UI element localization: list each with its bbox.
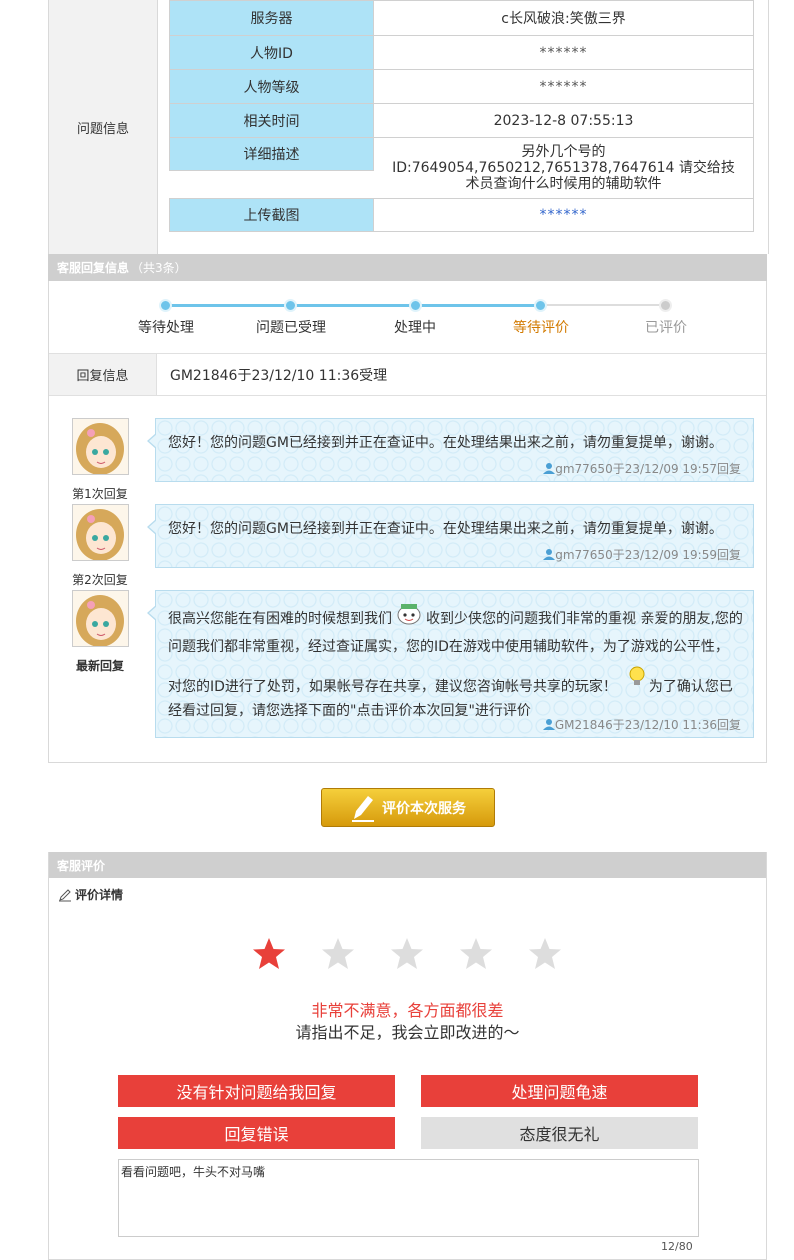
comment-textarea[interactable]: 看看问题吧，牛头不对马嘴 — [118, 1159, 699, 1237]
evaluation-detail-title: 评价详情 — [58, 886, 123, 903]
key-server: 服务器 — [169, 0, 374, 36]
reply-info-value: GM21846于23/12/10 11:36受理 — [170, 367, 388, 384]
star-icon[interactable] — [458, 936, 494, 972]
row-character-id: 人物ID ****** — [169, 35, 754, 70]
reply-text: 您好！您的问题GM已经接到并正在查证中。在处理结果出来之前，请勿重复提单，谢谢。 — [168, 521, 723, 537]
progress-bar-done — [165, 304, 539, 307]
progress-dot — [659, 299, 672, 312]
key-related-time: 相关时间 — [169, 103, 374, 138]
step-processing: 处理中 — [394, 320, 436, 336]
user-icon — [542, 719, 555, 730]
row-screenshot: 上传截图 ****** — [169, 198, 754, 232]
reply-author: GM21846 — [554, 718, 613, 732]
progress-bar-remaining — [539, 304, 665, 306]
progress-dot — [409, 299, 422, 312]
reply-author: gm77650 — [555, 462, 613, 476]
star-icon[interactable] — [251, 936, 287, 972]
value-character-level: ****** — [374, 69, 754, 104]
edit-icon — [59, 888, 71, 901]
tag-rude-attitude[interactable]: 态度很无礼 — [421, 1117, 698, 1149]
reply-info-label: 回复信息 — [49, 354, 157, 395]
reply-bubble: 您好！您的问题GM已经接到并正在查证中。在处理结果出来之前，请勿重复提单，谢谢。… — [147, 418, 754, 482]
reply-meta: gm77650于23/12/09 19:59回复 — [543, 546, 741, 563]
latest-reply-label: 最新回复 — [75, 659, 124, 673]
pencil-icon — [352, 795, 374, 822]
reply-text: 很高兴您能在有困难的时候想到我们 收到少侠您的问题我们非常的重视 亲爱的朋友,您的… — [156, 591, 753, 725]
lightbulb-icon — [629, 666, 645, 685]
star-shape — [391, 938, 423, 969]
description-line: 术员查询什么时候用的辅助软件 — [465, 176, 662, 192]
reply-time: 于23/12/10 11:36回复 — [612, 718, 741, 732]
star-shape — [460, 938, 492, 969]
reply-count: （共3条） — [131, 261, 187, 275]
rate-service-button[interactable]: 评价本次服务 — [321, 788, 495, 827]
reply-meta: gm77650于23/12/09 19:57回复 — [543, 460, 741, 477]
star-icon[interactable] — [320, 936, 356, 972]
step-awaiting-rating: 等待评价 — [513, 320, 569, 336]
comment-char-count: 12/80 — [661, 1240, 693, 1253]
reply-number-label: 第2次回复 — [72, 573, 128, 587]
star-shape — [529, 938, 561, 969]
reply-info-row: 回复信息 GM21846于23/12/10 11:36受理 — [49, 353, 766, 396]
row-character-level: 人物等级 ****** — [169, 69, 754, 104]
question-info-label: 问题信息 — [49, 0, 158, 254]
star-shape — [322, 938, 354, 969]
star-icon[interactable] — [527, 936, 563, 972]
avatar — [72, 418, 129, 475]
step-accepted: 问题已受理 — [256, 320, 326, 336]
step-waiting: 等待处理 — [138, 320, 194, 336]
reply-time: 于23/12/09 19:59回复 — [612, 548, 741, 562]
value-related-time: 2023-12-8 07:55:13 — [374, 103, 754, 138]
value-character-id: ****** — [374, 35, 754, 70]
progress-dot — [534, 299, 547, 312]
value-server: c长风破浪:笑傲三界 — [374, 0, 754, 36]
description-line: 另外几个号的 — [521, 144, 606, 160]
progress-dot — [159, 299, 172, 312]
row-description: 详细描述 另外几个号的 ID:7649054,7650212,7651378,7… — [169, 137, 754, 199]
value-description: 另外几个号的 ID:7649054,7650212,7651378,764761… — [374, 137, 754, 199]
rate-service-label: 评价本次服务 — [382, 800, 466, 817]
reply-time: 于23/12/09 19:57回复 — [612, 462, 741, 476]
row-server: 服务器 c长风破浪:笑傲三界 — [169, 0, 754, 36]
reply-header-title: 客服回复信息 — [57, 261, 130, 275]
user-icon — [543, 549, 556, 560]
rating-subtext: 请指出不足，我会立即改进的～ — [295, 1023, 520, 1042]
tag-wrong-reply[interactable]: 回复错误 — [118, 1117, 395, 1149]
step-rated: 已评价 — [645, 320, 687, 336]
description-line: ID:7649054,7650212,7651378,7647614 请交给技 — [392, 160, 735, 176]
reply-text: 您好！您的问题GM已经接到并正在查证中。在处理结果出来之前，请勿重复提单，谢谢。 — [168, 435, 723, 451]
star-shape — [253, 938, 285, 969]
reply-meta: GM21846于23/12/10 11:36回复 — [542, 716, 741, 733]
tag-slow-processing[interactable]: 处理问题龟速 — [421, 1075, 698, 1107]
reply-bubble-latest: 很高兴您能在有困难的时候想到我们 收到少侠您的问题我们非常的重视 亲爱的朋友,您的… — [147, 590, 754, 738]
key-character-level: 人物等级 — [169, 69, 374, 104]
reply-number-label: 第1次回复 — [72, 487, 128, 501]
rating-text: 非常不满意，各方面都很差 — [311, 1001, 504, 1020]
tag-no-relevant-reply[interactable]: 没有针对问题给我回复 — [118, 1075, 395, 1107]
progress-dot — [284, 299, 297, 312]
key-character-id: 人物ID — [169, 35, 374, 70]
screenshot-link[interactable]: ****** — [374, 198, 754, 232]
key-description: 详细描述 — [169, 137, 374, 171]
key-screenshot: 上传截图 — [169, 198, 374, 232]
reply-section: 等待处理 问题已受理 处理中 等待评价 已评价 回复信息 GM21846于23/… — [48, 281, 767, 763]
avatar — [72, 590, 129, 647]
reply-bubble: 您好！您的问题GM已经接到并正在查证中。在处理结果出来之前，请勿重复提单，谢谢。… — [147, 504, 754, 568]
row-related-time: 相关时间 2023-12-8 07:55:13 — [169, 103, 754, 138]
evaluation-section: 评价详情 非常不满意，各方面都很差 请指出不足，我会立即改进的～ 没有针对问题给… — [48, 852, 767, 1260]
reply-author: gm77650 — [555, 548, 613, 562]
avatar — [72, 504, 129, 561]
user-icon — [543, 463, 556, 474]
star-icon[interactable] — [389, 936, 425, 972]
emoji-icon — [397, 604, 421, 625]
reply-section-header: 客服回复信息 （共3条） — [48, 254, 767, 281]
question-info-section: 问题信息 服务器 c长风破浪:笑傲三界 人物ID ****** 人物等级 ***… — [48, 0, 769, 254]
